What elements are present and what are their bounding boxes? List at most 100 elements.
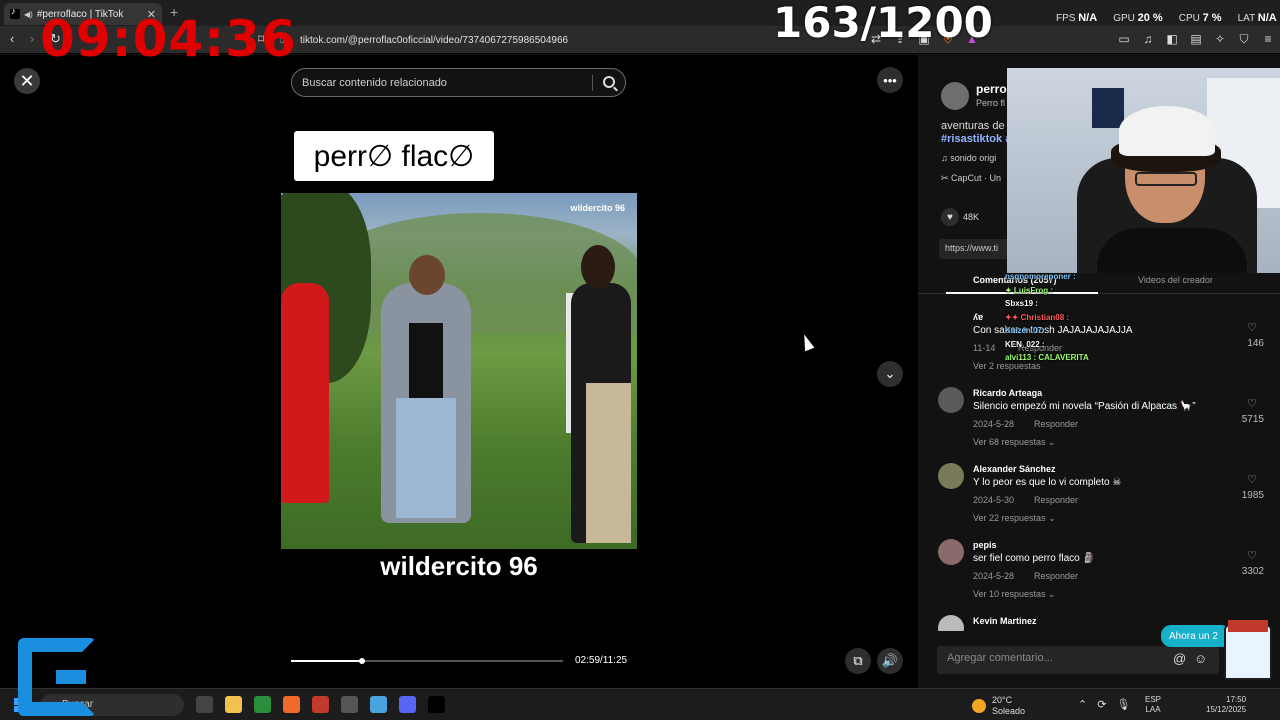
menu-icon[interactable]: ≡ xyxy=(1262,32,1274,47)
comment-author[interactable]: Alexander Sánchez xyxy=(973,464,1056,474)
comment-avatar[interactable] xyxy=(938,387,964,413)
comment-item: Ricardo Arteaga Silencio empezó mi novel… xyxy=(938,387,1268,461)
comment-avatar[interactable] xyxy=(938,311,964,337)
view-replies-button[interactable]: Ver 10 respuestas ⌄ xyxy=(973,589,1056,600)
reply-button[interactable]: Responder xyxy=(1034,495,1078,505)
system-tray: ⌃ ⟳ 🎙 xyxy=(1078,698,1130,711)
reply-button[interactable]: Responder xyxy=(1034,571,1078,581)
reply-button[interactable]: Responder xyxy=(1034,419,1078,429)
sun-icon xyxy=(972,699,986,713)
chat-message: ✦ LuisFrog : xyxy=(1005,285,1054,295)
close-video-button[interactable]: ✕ xyxy=(14,68,40,94)
sync-icon[interactable]: ⟳ xyxy=(1097,698,1106,711)
comment-author[interactable]: Kevin Martinez xyxy=(973,616,1037,626)
fps-stat: FPS N/A xyxy=(1056,12,1097,24)
comment-like-icon[interactable]: ♡ xyxy=(1242,321,1262,334)
weather-widget[interactable]: 20°C Soleado xyxy=(972,695,1025,717)
taskbar-clock[interactable]: 17:50 15/12/2025 xyxy=(1206,695,1246,715)
comment-avatar[interactable] xyxy=(938,539,964,565)
video-hashtags[interactable]: #risastiktok # xyxy=(941,133,1011,145)
discord-icon[interactable] xyxy=(399,696,416,713)
chat-message: alvi113 : CALAVERITA xyxy=(1005,353,1089,362)
person-center-head xyxy=(409,255,445,295)
capcut-app-icon[interactable] xyxy=(428,696,445,713)
lang-layout: LAA xyxy=(1145,705,1161,714)
chevron-up-icon[interactable]: ⌃ xyxy=(1078,698,1087,711)
heart-icon[interactable]: ♥ xyxy=(941,208,959,226)
chat-message: KEN_022 : xyxy=(1005,339,1045,349)
vpn-icon[interactable]: ⛉ xyxy=(1238,32,1250,47)
brave-icon[interactable] xyxy=(283,696,300,713)
floating-player-icon[interactable]: ⧉ xyxy=(845,648,871,674)
sound-link[interactable]: ♫ sonido origi xyxy=(941,153,996,163)
search-icon[interactable] xyxy=(603,76,615,88)
progress-knob[interactable] xyxy=(358,658,365,664)
microphone-icon[interactable]: 🎙 xyxy=(1116,698,1130,711)
chevron-down-icon[interactable]: ⌄ xyxy=(877,361,903,387)
author-name[interactable]: perro xyxy=(976,82,1007,96)
volume-icon[interactable]: 🔊 xyxy=(877,648,903,674)
task-view-icon[interactable] xyxy=(196,696,213,713)
store-icon[interactable] xyxy=(254,696,271,713)
more-options-icon[interactable]: ••• xyxy=(877,67,903,93)
video-watermark: wildercito 96 xyxy=(570,203,625,213)
comment-author[interactable]: pepis xyxy=(973,540,997,550)
like-count[interactable]: ♥ 48K xyxy=(941,208,979,226)
stream-counter: 163/1200 xyxy=(773,0,993,47)
related-search-input[interactable]: Buscar contenido relacionado xyxy=(291,68,626,97)
add-comment-input[interactable]: Agregar comentario... @ ☺ xyxy=(937,646,1219,674)
view-replies-button[interactable]: Ver 22 respuestas ⌄ xyxy=(973,513,1056,524)
video-description: aventuras de xyxy=(941,120,1005,132)
browser-tools: ▭ ♫ ◧ ▤ ✧ ⛉ ≡ xyxy=(1118,32,1274,47)
wallet-icon[interactable]: ▤ xyxy=(1190,32,1202,47)
video-time: 02:59/11:25 xyxy=(575,655,628,666)
comment-like-icon[interactable]: ♡ xyxy=(1242,397,1262,410)
gpu-stat: GPU 20 % xyxy=(1113,12,1163,24)
url-field[interactable]: ⚿ tiktok.com/@perroflac0oficcial/video/7… xyxy=(280,30,840,50)
back-icon[interactable]: ‹ xyxy=(10,31,14,46)
capcut-icon: ✂ xyxy=(941,173,952,183)
chat-message: nsgnomoreponer : xyxy=(1005,272,1076,281)
notepad-icon[interactable] xyxy=(370,696,387,713)
obs-icon[interactable] xyxy=(341,696,358,713)
video-frame[interactable]: wildercito 96 xyxy=(281,193,637,549)
file-explorer-icon[interactable] xyxy=(225,696,242,713)
clock-time: 17:50 xyxy=(1226,695,1247,704)
comment-like-count: 1985 xyxy=(1241,490,1264,501)
person-right-pants xyxy=(586,383,631,543)
tab-creator-videos[interactable]: Videos del creador xyxy=(1138,275,1213,285)
taskbar: Buscar 20°C Soleado ⌃ ⟳ 🎙 ESP LAA 17:50 15/… xyxy=(0,688,1280,720)
comment-like-icon[interactable]: ♡ xyxy=(1242,473,1262,486)
comment-like-icon[interactable]: ♡ xyxy=(1242,549,1262,562)
app-red-icon[interactable] xyxy=(312,696,329,713)
comment-date: 2024-5-28 xyxy=(973,419,1015,429)
emoji-icon[interactable]: ☺ xyxy=(1194,651,1207,666)
forward-icon[interactable]: › xyxy=(30,31,34,46)
mention-icon[interactable]: @ xyxy=(1173,651,1186,666)
language-indicator[interactable]: ESP LAA xyxy=(1145,695,1161,715)
comment-avatar[interactable] xyxy=(938,463,964,489)
view-replies-button[interactable]: Ver 68 respuestas ⌄ xyxy=(973,437,1056,448)
cpu-stat: CPU 7 % xyxy=(1179,12,1222,24)
video-progress-bar[interactable] xyxy=(291,658,563,664)
comment-avatar[interactable] xyxy=(938,615,964,631)
capcut-link[interactable]: ✂ CapCut · Un xyxy=(941,173,1001,184)
media-icon[interactable]: ♫ xyxy=(1142,32,1154,47)
chat-message: ✦✦ Christian08 : xyxy=(1005,312,1070,322)
leo-icon[interactable]: ✧ xyxy=(1214,32,1226,47)
like-count-text: 48K xyxy=(963,212,980,222)
author-avatar[interactable] xyxy=(941,82,969,110)
chat-message: Sbxs19 : xyxy=(1005,299,1038,308)
add-comment-placeholder: Agregar comentario... xyxy=(947,652,1053,664)
speaker-icon[interactable]: ◀) xyxy=(24,10,33,19)
sidebar-icon[interactable]: ◧ xyxy=(1166,32,1178,47)
reader-icon[interactable]: ▭ xyxy=(1118,32,1130,47)
cpu-label: CPU xyxy=(1178,13,1200,24)
fps-value: N/A xyxy=(1078,12,1098,24)
screen: ◀) #perroflaco | TikTok ✕ + ‹ › ↻ ⌑ ⚿ ti… xyxy=(0,0,1280,720)
brand-card: perr∅ flac∅ xyxy=(294,131,494,181)
comment-author[interactable]: Ricardo Arteaga xyxy=(973,388,1042,398)
comment-author[interactable]: ʎɐ xyxy=(973,312,983,322)
live-pill[interactable]: Ahora un 2 xyxy=(1161,625,1231,647)
weather-desc: Soleado xyxy=(992,706,1026,716)
